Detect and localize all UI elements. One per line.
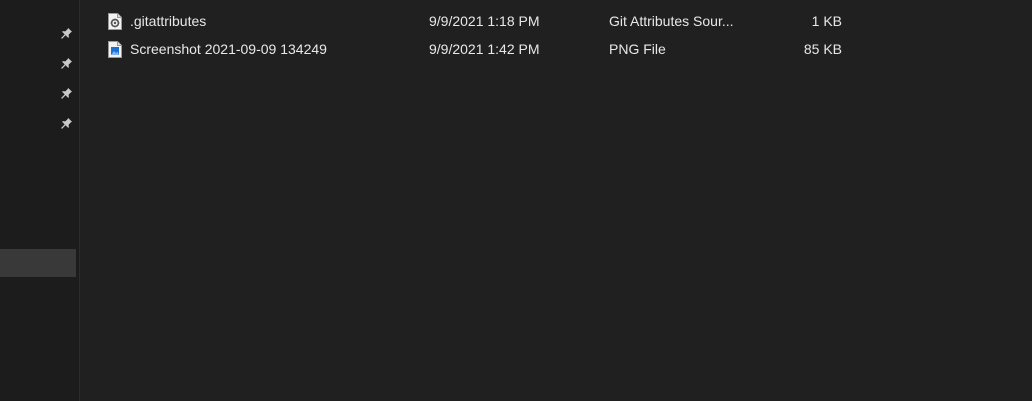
file-name[interactable]: Screenshot 2021-09-09 134249 [130, 36, 420, 63]
file-date-modified: 9/9/2021 1:42 PM [429, 41, 540, 57]
file-row-screenshot[interactable]: Screenshot 2021-09-09 134249 9/9/2021 1:… [104, 36, 904, 63]
pin-icon[interactable] [60, 87, 73, 100]
file-name[interactable]: .gitattributes [130, 8, 420, 35]
pin-icon[interactable] [60, 27, 73, 40]
file-date-modified: 9/9/2021 1:18 PM [429, 13, 540, 29]
image-file-icon [108, 41, 124, 58]
settings-file-icon [108, 13, 124, 30]
file-type: Git Attributes Sour... [609, 13, 734, 29]
pin-icon[interactable] [60, 117, 73, 130]
navigation-pane [0, 0, 79, 401]
file-size: 1 KB [811, 13, 842, 29]
file-explorer-window: .gitattributes 9/9/2021 1:18 PM Git Attr… [0, 0, 1032, 401]
pin-icon[interactable] [60, 57, 73, 70]
file-size: 85 KB [803, 41, 842, 57]
file-type: PNG File [609, 41, 666, 57]
file-row-gitattributes[interactable]: .gitattributes 9/9/2021 1:18 PM Git Attr… [104, 8, 904, 35]
file-list: .gitattributes 9/9/2021 1:18 PM Git Attr… [80, 0, 1032, 401]
nav-item-selected[interactable] [0, 249, 76, 277]
